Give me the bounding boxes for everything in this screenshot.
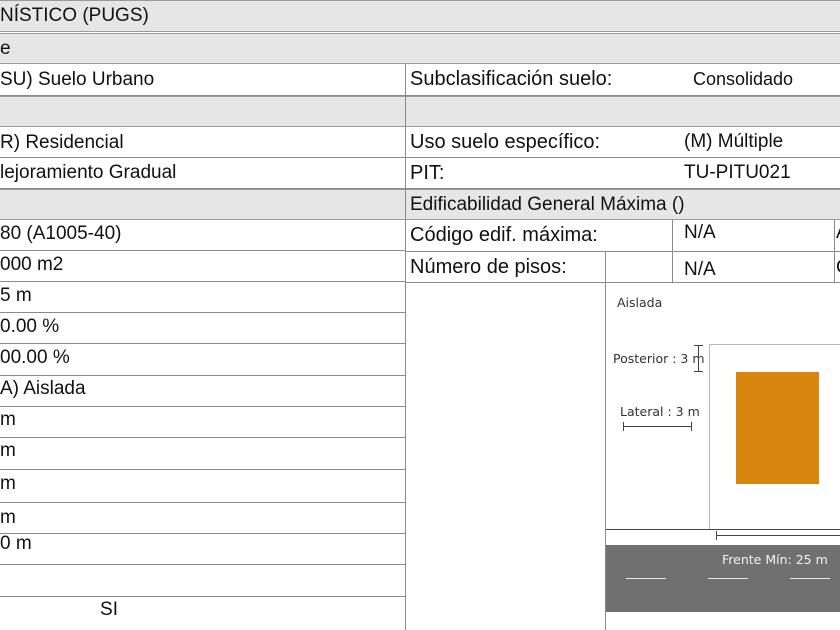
- subclasificacion-row: Subclasificación suelo: Consolidado: [406, 64, 840, 96]
- codigo-edif-label: Código edif. máxima:: [410, 224, 598, 246]
- cell-text: A) Aislada: [0, 378, 86, 399]
- group-band: [0, 189, 406, 220]
- value-divider: [672, 220, 673, 282]
- pit-label: PIT:: [410, 162, 445, 184]
- lateral-measure-tick: [691, 422, 692, 431]
- building-footprint: [736, 372, 819, 484]
- frente-minimo-value: 5 m: [0, 282, 406, 313]
- lane-dash: [708, 578, 748, 579]
- cell-text: m: [0, 473, 16, 494]
- subsection-label: e: [0, 38, 11, 59]
- section-header: NÍSTICO (PUGS): [0, 0, 840, 32]
- codigo-edif-extra: A: [836, 223, 840, 242]
- lateral-measure-tick: [623, 422, 624, 431]
- value-divider: [605, 252, 606, 282]
- distancia-value: 0 m: [0, 534, 406, 565]
- posterior-measure-line: [698, 345, 699, 372]
- cell-text: SU) Suelo Urbano: [0, 69, 155, 90]
- num-pisos-value: N/A: [684, 259, 716, 280]
- lote-minimo-value: 000 m2: [0, 251, 406, 282]
- cell-text: lejoramiento Gradual: [0, 162, 177, 183]
- frente-minimo-label: Frente Mín: 25 m: [722, 552, 828, 567]
- lateral-measure-line: [623, 426, 691, 427]
- section-title: NÍSTICO (PUGS): [0, 5, 149, 26]
- empty-value: [0, 565, 406, 597]
- frente-measure-line: [716, 535, 840, 536]
- posterior-measure-tick: [694, 371, 703, 372]
- pit-row: PIT: TU-PITU021: [406, 158, 840, 189]
- codigo-edif-row: Código edif. máxima: N/A A: [406, 220, 840, 252]
- cell-text: 80 (A1005-40): [0, 223, 122, 244]
- cell-text: SI: [100, 599, 118, 620]
- uso-especifico-row: Uso suelo específico: (M) Múltiple: [406, 127, 840, 158]
- si-value: SI: [0, 597, 406, 627]
- num-pisos-extra: C: [836, 257, 840, 279]
- codigo-edif-value: N/A: [684, 222, 716, 243]
- num-pisos-label: Número de pisos:: [410, 256, 567, 278]
- retiro-value: m: [0, 503, 406, 534]
- lane-dash: [790, 578, 830, 579]
- num-pisos-row: Número de pisos: N/A C: [406, 252, 840, 283]
- subsection-band: e: [0, 33, 840, 64]
- cell-text: 5 m: [0, 285, 32, 306]
- frente-measure-tick: [716, 531, 717, 540]
- cos-pb-value: 0.00 %: [0, 313, 406, 344]
- codigo-aprovechamiento-value: 80 (A1005-40): [0, 220, 406, 251]
- cell-text: m: [0, 440, 16, 461]
- edificabilidad-band: Edificabilidad General Máxima (): [406, 189, 840, 220]
- street: Frente Mín: 25 m: [606, 545, 840, 612]
- baseline: [606, 529, 840, 530]
- retiro-value: m: [0, 438, 406, 470]
- posterior-measure-tick: [694, 345, 703, 346]
- lot-diagram: Aislada Posterior : 3 m Lateral : 3 m Fr…: [605, 283, 840, 630]
- cell-text: m: [0, 507, 16, 528]
- cell-text: 0 m: [0, 534, 32, 554]
- clasificacion-suelo-value: SU) Suelo Urbano: [0, 64, 406, 96]
- cell-text: m: [0, 409, 16, 430]
- uso-especifico-value: (M) Múltiple: [684, 131, 784, 152]
- lateral-setback-label: Lateral : 3 m: [620, 404, 700, 419]
- retiro-value: m: [0, 407, 406, 438]
- occupancy-type-label: Aislada: [617, 295, 663, 310]
- tratamiento-value: lejoramiento Gradual: [0, 158, 406, 189]
- forma-ocupacion-value: A) Aislada: [0, 376, 406, 407]
- cos-total-value: 00.00 %: [0, 344, 406, 376]
- cell-text: 0.00 %: [0, 316, 60, 337]
- uso-suelo-value: R) Residencial: [0, 127, 406, 158]
- cell-text: 000 m2: [0, 254, 64, 275]
- uso-especifico-label: Uso suelo específico:: [410, 131, 601, 153]
- pit-value: TU-PITU021: [684, 162, 791, 183]
- cell-text: 00.00 %: [0, 347, 70, 368]
- subclasificacion-value: Consolidado: [693, 69, 794, 89]
- posterior-setback-label: Posterior : 3 m: [613, 351, 705, 366]
- group-band: [0, 96, 840, 127]
- value-divider: [834, 220, 835, 282]
- subclasificacion-label: Subclasificación suelo:: [410, 68, 613, 90]
- retiro-value: m: [0, 470, 406, 503]
- cell-text: R) Residencial: [0, 132, 124, 153]
- lane-dash: [626, 578, 666, 579]
- edificabilidad-title: Edificabilidad General Máxima (): [410, 194, 685, 215]
